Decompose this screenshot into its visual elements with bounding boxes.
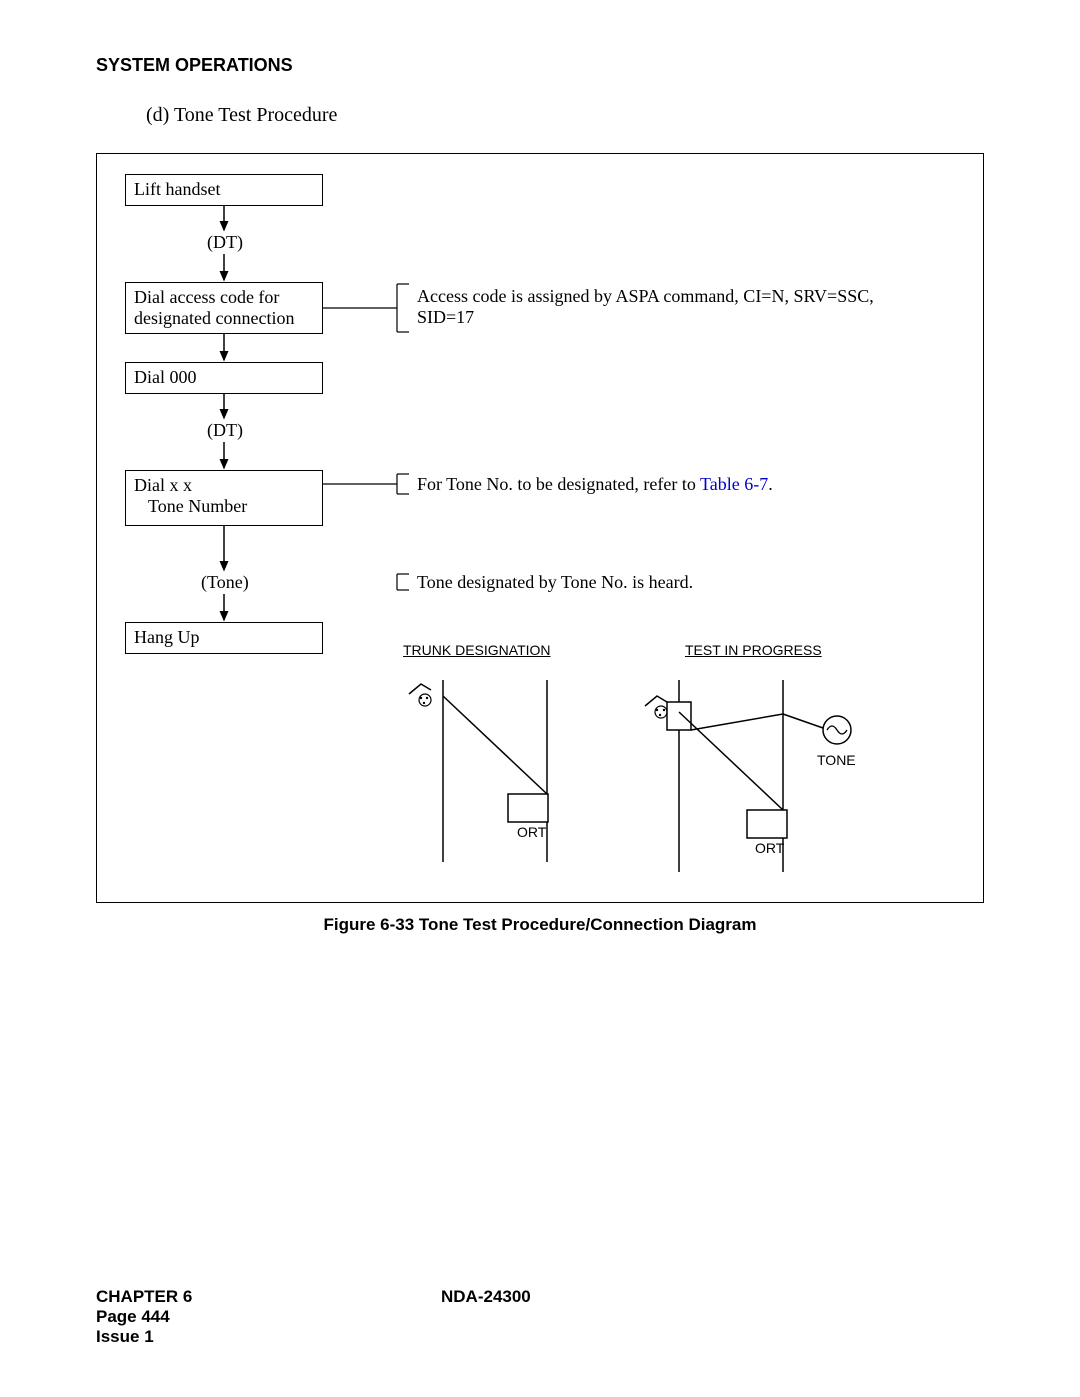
table-link[interactable]: Table 6-7 (700, 474, 768, 494)
page-footer: CHAPTER 6 Page 444 Issue 1 NDA-24300 (96, 1287, 984, 1347)
note-tone-heard: Tone designated by Tone No. is heard. (417, 572, 693, 593)
flow-step-text: Dial 000 (134, 367, 197, 387)
flow-step-line2: Tone Number (148, 496, 247, 516)
diagram-svg (97, 154, 983, 902)
flow-step-text: Hang Up (134, 627, 200, 647)
section-subheader: (d) Tone Test Procedure (146, 104, 984, 127)
test-in-progress-label: TEST IN PROGRESS (685, 642, 822, 658)
page-header: SYSTEM OPERATIONS (96, 55, 984, 76)
dt-label-1: (DT) (207, 232, 243, 253)
flow-step-hang-up: Hang Up (125, 622, 323, 654)
flow-step-dial-xx: Dial x x Tone Number (125, 470, 323, 526)
note-access-code: Access code is assigned by ASPA command,… (417, 286, 957, 328)
flow-step-lift-handset: Lift handset (125, 174, 323, 206)
diagram-frame: Lift handset (DT) Dial access code for d… (96, 153, 984, 903)
figure-caption: Figure 6-33 Tone Test Procedure/Connecti… (96, 915, 984, 935)
dt-label-2: (DT) (207, 420, 243, 441)
tone-small-label: TONE (817, 752, 856, 768)
flow-step-dial-access: Dial access code for designated connecti… (125, 282, 323, 334)
footer-page: Page 444 (96, 1307, 984, 1327)
tone-label: (Tone) (201, 572, 249, 593)
flow-step-text: Dial access code for designated connecti… (134, 287, 294, 328)
note-line1: Access code is assigned by ASPA command,… (417, 286, 874, 306)
flow-step-line1: Dial x x (134, 475, 192, 495)
footer-issue: Issue 1 (96, 1327, 984, 1347)
flow-step-dial-000: Dial 000 (125, 362, 323, 394)
footer-chapter: CHAPTER 6 (96, 1287, 984, 1307)
note-tone-no: For Tone No. to be designated, refer to … (417, 474, 957, 495)
trunk-designation-label: TRUNK DESIGNATION (403, 642, 551, 658)
flow-step-text: Lift handset (134, 179, 220, 199)
note-prefix: For Tone No. to be designated, refer to (417, 474, 700, 494)
ort-label-2: ORT (755, 840, 784, 856)
note-suffix: . (768, 474, 773, 494)
note-line2: SID=17 (417, 307, 474, 327)
footer-docnum: NDA-24300 (441, 1287, 531, 1307)
ort-label-1: ORT (517, 824, 546, 840)
